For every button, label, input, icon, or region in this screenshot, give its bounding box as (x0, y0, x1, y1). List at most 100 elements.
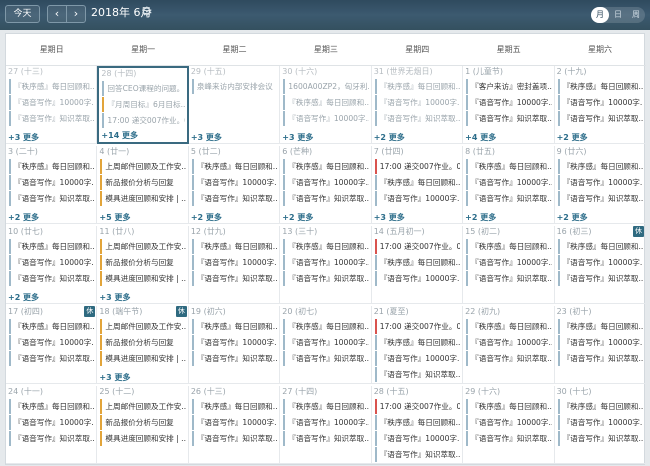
day-cell[interactable]: 17 (初四) 休『秩序感』每日回顾和... 『语音写作』10000字... 『语音写… (6, 306, 98, 384)
calendar-event[interactable]: 『秩序感』每日回顾和... (283, 159, 369, 174)
calendar-event[interactable]: 『语音写作』知识萃取... (283, 431, 369, 446)
calendar-event[interactable]: 模具进度回顾和安排 | ... (100, 271, 186, 286)
day-cell[interactable]: 24 (十一) 『秩序感』每日回顾和... 『语音写作』10000字... 『语音写作… (6, 386, 98, 464)
calendar-event[interactable]: 上周邮件回顾及工作安... (100, 159, 186, 174)
day-cell[interactable]: 23 (初十) 『秩序感』每日回顾和... 『语音写作』10000字... 『语音写作… (555, 306, 646, 384)
calendar-event[interactable]: 『语音写作』知识萃取... (9, 271, 94, 286)
day-cell[interactable]: 3 (二十) 『秩序感』每日回顾和... 『语音写作』10000字... 『语音写作』… (6, 146, 98, 224)
day-cell[interactable]: 19 (初六) 『秩序感』每日回顾和... 『语音写作』10000字... 『语音写作… (189, 306, 281, 384)
more-events-link[interactable]: +2 更多 (8, 292, 39, 304)
calendar-event[interactable]: 『秩序感』每日回顾和... (9, 239, 94, 254)
calendar-event[interactable]: 『秩序感』每日回顾和... (557, 159, 643, 174)
calendar-event[interactable]: 『语音写作』10000字... (466, 175, 552, 190)
calendar-event[interactable]: 17:00 递交007作业。0... (374, 319, 460, 334)
calendar-event[interactable]: 17:00 递交007作业。0... (102, 113, 185, 128)
calendar-event[interactable]: 『秩序感』每日回顾和... (9, 399, 94, 414)
more-events-link[interactable]: +2 更多 (282, 212, 313, 224)
calendar-event[interactable]: 17:00 递交007作业。0... (374, 239, 460, 254)
calendar-event[interactable]: 『秩序感』每日回顾和... (9, 79, 94, 94)
calendar-event[interactable]: 『语音写作』10000字... (283, 335, 369, 350)
day-cell[interactable]: 16 (初三) 休『秩序感』每日回顾和... 『语音写作』10000字... 『语音写… (555, 226, 646, 304)
calendar-event[interactable]: 『秩序感』每日回顾和... (557, 399, 643, 414)
calendar-event[interactable]: 『客户来访』密封盖项... (466, 79, 552, 94)
calendar-event[interactable]: 『秩序感』每日回顾和... (466, 239, 552, 254)
calendar-event[interactable]: 『语音写作』10000字... (466, 95, 552, 110)
calendar-event[interactable]: 『语音写作』10000字... (466, 415, 552, 430)
day-cell[interactable]: 30 (十七) 『秩序感』每日回顾和... 『语音写作』10000字... 『语音写作… (555, 386, 646, 464)
view-month-button[interactable]: 月 (591, 7, 609, 23)
gear-icon[interactable]: ⚙ (141, 5, 153, 21)
calendar-event[interactable]: 『语音写作』知识萃取... (9, 191, 94, 206)
day-cell[interactable]: 6 (芒种) 『秩序感』每日回顾和... 『语音写作』10000字... 『语音写作』… (280, 146, 372, 224)
calendar-event[interactable]: 『秩序感』每日回顾和... (557, 239, 643, 254)
calendar-event[interactable]: 『语音写作』10000字... (374, 351, 460, 366)
calendar-event[interactable]: 『语音写作』知识萃取... (557, 271, 643, 286)
calendar-event[interactable]: 新品报价分析与回复 (100, 175, 185, 190)
calendar-event[interactable]: 『语音写作』10000字... (191, 175, 277, 190)
calendar-event[interactable]: 『语音写作』知识萃取... (557, 351, 643, 366)
view-day-button[interactable]: 日 (609, 7, 627, 23)
calendar-event[interactable]: 『语音写作』知识萃取... (9, 351, 94, 366)
calendar-event[interactable]: 『语音写作』10000字... (191, 255, 277, 270)
calendar-event[interactable]: 『语音写作』知识萃取... (191, 351, 277, 366)
calendar-event[interactable]: 『秩序感』每日回顾和... (374, 335, 460, 350)
calendar-event[interactable]: 『语音写作』知识萃取... (557, 431, 643, 446)
day-cell[interactable]: 28 (十五) 17:00 递交007作业。0... 『秩序感』每日回顾和... 『语… (372, 386, 464, 464)
more-events-link[interactable]: +2 更多 (557, 212, 588, 224)
calendar-event[interactable]: 『月周目标』6月目标... (102, 97, 185, 112)
view-week-button[interactable]: 周 (627, 7, 645, 23)
calendar-event[interactable]: 『语音写作』10000字... (374, 191, 460, 206)
calendar-event[interactable]: 『语音写作』10000字... (557, 255, 643, 270)
day-cell[interactable]: 22 (初九) 『秩序感』每日回顾和... 『语音写作』10000字... 『语音写作… (463, 306, 555, 384)
calendar-event[interactable]: 泉峰来访内部安排会议 (191, 79, 277, 94)
day-cell[interactable]: 1 (儿童节) 『客户来访』密封盖项... 『语音写作』10000字... 『语音写作… (463, 66, 555, 144)
calendar-event[interactable]: 『秩序感』每日回顾和... (374, 255, 460, 270)
calendar-event[interactable]: 『语音写作』知识萃取... (191, 271, 277, 286)
calendar-event[interactable]: 『语音写作』10000字... (557, 175, 643, 190)
calendar-event[interactable]: 『秩序感』每日回顾和... (283, 239, 369, 254)
calendar-event[interactable]: 『语音写作』知识萃取... (9, 431, 94, 446)
calendar-event[interactable]: 新品报价分析与回复 (100, 335, 185, 350)
day-cell[interactable]: 25 (十二) 上周邮件回顾及工作安... 新品报价分析与回复 模具进度回顾和安排 |… (97, 386, 189, 464)
calendar-event[interactable]: 『语音写作』知识萃取... (283, 351, 369, 366)
calendar-event[interactable]: 『语音写作』10000字... (283, 415, 369, 430)
day-cell[interactable]: 15 (初二) 『秩序感』每日回顾和... 『语音写作』10000字... 『语音写作… (463, 226, 555, 304)
calendar-event[interactable]: 1600A00ZP2，匈牙利... (283, 79, 369, 94)
calendar-event[interactable]: 『语音写作』知识萃取... (9, 111, 94, 126)
calendar-event[interactable]: 『语音写作』10000字... (466, 335, 552, 350)
day-cell[interactable]: 13 (三十) 『秩序感』每日回顾和... 『语音写作』10000字... 『语音写作… (280, 226, 372, 304)
calendar-event[interactable]: 新品报价分析与回复 (100, 255, 185, 270)
calendar-event[interactable]: 『秩序感』每日回顾和... (466, 399, 552, 414)
day-cell[interactable]: 28 (十四) 回答CEO课程的问题。.. 『月周目标』6月目标... 17:00 递… (97, 66, 189, 144)
calendar-event[interactable]: 17:00 递交007作业。0... (374, 399, 460, 414)
calendar-event[interactable]: 『语音写作』知识萃取... (191, 431, 277, 446)
calendar-event[interactable]: 『语音写作』10000字... (557, 335, 643, 350)
calendar-event[interactable]: 『语音写作』10000字... (557, 95, 643, 110)
more-events-link[interactable]: +2 更多 (374, 132, 405, 144)
day-cell[interactable]: 18 (端午节) 休上周邮件回顾及工作安... 新品报价分析与回复 模具进度回顾和安排… (97, 306, 189, 384)
day-cell[interactable]: 20 (初七) 『秩序感』每日回顾和... 『语音写作』10000字... 『语音写作… (280, 306, 372, 384)
calendar-event[interactable]: 上周邮件回顾及工作安... (100, 319, 186, 334)
calendar-event[interactable]: 『语音写作』10000字... (9, 95, 94, 110)
day-cell[interactable]: 5 (廿二) 『秩序感』每日回顾和... 『语音写作』10000字... 『语音写作』… (189, 146, 281, 224)
more-events-link[interactable]: +3 更多 (191, 132, 222, 144)
more-events-link[interactable]: +3 更多 (282, 132, 313, 144)
calendar-event[interactable]: 『语音写作』知识萃取... (374, 367, 460, 382)
calendar-event[interactable]: 『语音写作』知识萃取... (557, 111, 643, 126)
day-cell[interactable]: 11 (廿八) 上周邮件回顾及工作安... 新品报价分析与回复 模具进度回顾和安排 |… (97, 226, 189, 304)
more-events-link[interactable]: +2 更多 (557, 132, 588, 144)
calendar-event[interactable]: 『语音写作』10000字... (9, 255, 94, 270)
more-events-link[interactable]: +3 更多 (374, 212, 405, 224)
calendar-event[interactable]: 『语音写作』知识萃取... (466, 271, 552, 286)
more-events-link[interactable]: +3 更多 (8, 132, 39, 144)
calendar-event[interactable]: 『语音写作』10000字... (557, 415, 643, 430)
calendar-event[interactable]: 『秩序感』每日回顾和... (374, 79, 460, 94)
calendar-event[interactable]: 『语音写作』知识萃取... (283, 191, 369, 206)
calendar-event[interactable]: 『秩序感』每日回顾和... (374, 175, 460, 190)
more-events-link[interactable]: +2 更多 (191, 212, 222, 224)
calendar-event[interactable]: 『秩序感』每日回顾和... (9, 319, 94, 334)
calendar-event[interactable]: 回答CEO课程的问题。.. (102, 81, 185, 96)
day-cell[interactable]: 26 (十三) 『秩序感』每日回顾和... 『语音写作』10000字... 『语音写作… (189, 386, 281, 464)
calendar-event[interactable]: 『语音写作』10000字... (283, 111, 369, 126)
day-cell[interactable]: 7 (廿四) 17:00 递交007作业。0... 『秩序感』每日回顾和... 『语音… (372, 146, 464, 224)
